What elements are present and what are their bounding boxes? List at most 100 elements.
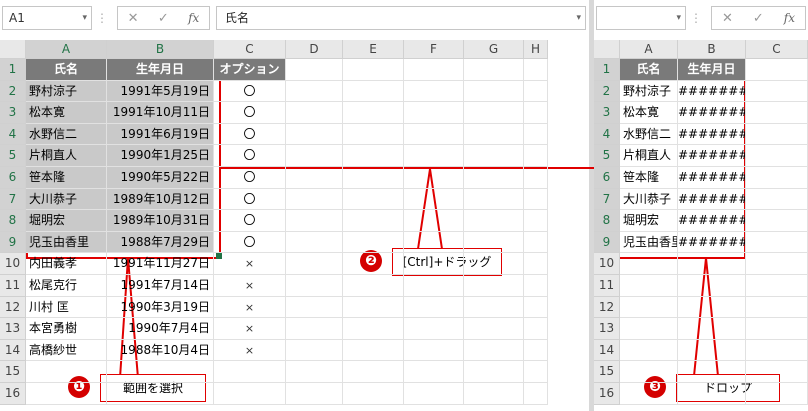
left-cell-b6[interactable]: 1990年5月22日 xyxy=(107,167,214,189)
left-cell-d1[interactable] xyxy=(286,59,343,81)
more-icon[interactable]: ⋮ xyxy=(96,7,108,29)
right-cell-c6[interactable] xyxy=(746,167,808,189)
left-row-header-7[interactable]: 7 xyxy=(0,188,26,211)
right-select-all[interactable] xyxy=(594,40,620,59)
right-cell-c8[interactable] xyxy=(746,210,808,232)
left-row-header-15[interactable]: 15 xyxy=(0,361,26,383)
right-cell-a5[interactable]: 片桐直人 xyxy=(620,145,678,167)
right-row-header-15[interactable]: 15 xyxy=(594,361,620,383)
left-col-header-d[interactable]: D xyxy=(286,40,343,59)
left-cell-e11[interactable] xyxy=(343,275,404,297)
right-cell-c14[interactable] xyxy=(746,339,808,362)
left-cell-b4[interactable]: 1991年6月19日 xyxy=(107,123,214,146)
right-row-header-11[interactable]: 11 xyxy=(594,275,620,297)
left-cell-g11[interactable] xyxy=(464,275,524,297)
left-cell-e1[interactable] xyxy=(343,59,404,81)
left-cell-b1[interactable]: 生年月日 xyxy=(107,59,214,81)
right-cell-c4[interactable] xyxy=(746,123,808,146)
left-cell-f6[interactable] xyxy=(404,167,464,189)
left-cell-a4[interactable]: 水野信二 xyxy=(26,123,107,146)
right-cell-a13[interactable] xyxy=(620,318,678,340)
left-cell-a14[interactable]: 高橋紗世 xyxy=(26,339,107,362)
right-row-header-16[interactable]: 16 xyxy=(594,383,620,405)
left-cell-g7[interactable] xyxy=(464,188,524,211)
right-row-header-4[interactable]: 4 xyxy=(594,123,620,146)
right-cell-a7[interactable]: 大川恭子 xyxy=(620,188,678,211)
left-cell-a2[interactable]: 野村涼子 xyxy=(26,80,107,103)
right-row-header-5[interactable]: 5 xyxy=(594,145,620,167)
left-cell-a5[interactable]: 片桐直人 xyxy=(26,145,107,167)
left-cell-g13[interactable] xyxy=(464,318,524,340)
insert-function-icon[interactable]: fx xyxy=(188,11,199,25)
left-cell-c1[interactable]: オプション xyxy=(214,59,286,81)
left-cell-d7[interactable] xyxy=(286,188,343,211)
right-cell-c5[interactable] xyxy=(746,145,808,167)
left-row-header-12[interactable]: 12 xyxy=(0,296,26,319)
chevron-down-icon[interactable]: ▾ xyxy=(82,7,87,29)
right-cell-a3[interactable]: 松本寛 xyxy=(620,102,678,124)
right-cell-b3[interactable]: ####### xyxy=(678,102,746,124)
right-cell-c1[interactable] xyxy=(746,59,808,81)
left-cell-e16[interactable] xyxy=(343,383,404,405)
left-cell-d4[interactable] xyxy=(286,123,343,146)
left-cell-c9[interactable]: 〇 xyxy=(214,231,286,254)
left-formula-input[interactable]: 氏名 ▾ xyxy=(216,6,586,30)
right-cell-c9[interactable] xyxy=(746,231,808,254)
left-cell-f15[interactable] xyxy=(404,361,464,383)
left-cell-d11[interactable] xyxy=(286,275,343,297)
left-cell-c2[interactable]: 〇 xyxy=(214,80,286,103)
right-col-header-a[interactable]: A xyxy=(620,40,678,59)
left-cell-f5[interactable] xyxy=(404,145,464,167)
left-row-header-14[interactable]: 14 xyxy=(0,339,26,362)
left-cell-h2[interactable] xyxy=(524,80,548,103)
left-cell-a9[interactable]: 児玉由香里 xyxy=(26,231,107,254)
right-cell-c16[interactable] xyxy=(746,383,808,405)
left-cell-e3[interactable] xyxy=(343,102,404,124)
left-cell-c14[interactable]: × xyxy=(214,339,286,362)
left-cell-e5[interactable] xyxy=(343,145,404,167)
left-cell-f9[interactable] xyxy=(404,231,464,254)
right-cell-b13[interactable] xyxy=(678,318,746,340)
left-select-all[interactable] xyxy=(0,40,26,59)
left-cell-b9[interactable]: 1988年7月29日 xyxy=(107,231,214,254)
left-row-header-16[interactable]: 16 xyxy=(0,383,26,405)
left-cell-a3[interactable]: 松本寛 xyxy=(26,102,107,124)
left-cell-d8[interactable] xyxy=(286,210,343,232)
right-row-header-14[interactable]: 14 xyxy=(594,339,620,362)
enter-icon[interactable]: ✓ xyxy=(753,11,764,26)
left-cell-f7[interactable] xyxy=(404,188,464,211)
left-cell-c6[interactable]: 〇 xyxy=(214,167,286,189)
left-cell-h7[interactable] xyxy=(524,188,548,211)
cancel-icon[interactable]: ✕ xyxy=(722,11,733,26)
right-cell-c12[interactable] xyxy=(746,296,808,319)
left-cell-b11[interactable]: 1991年7月14日 xyxy=(107,275,214,297)
left-cell-g15[interactable] xyxy=(464,361,524,383)
right-cell-b7[interactable]: ####### xyxy=(678,188,746,211)
left-cell-b14[interactable]: 1988年10月4日 xyxy=(107,339,214,362)
left-cell-a1[interactable]: 氏名 xyxy=(26,59,107,81)
left-row-header-10[interactable]: 10 xyxy=(0,253,26,275)
right-row-header-10[interactable]: 10 xyxy=(594,253,620,275)
right-cell-a16[interactable] xyxy=(620,383,678,405)
left-cell-h13[interactable] xyxy=(524,318,548,340)
left-cell-h4[interactable] xyxy=(524,123,548,146)
left-cell-b3[interactable]: 1991年10月11日 xyxy=(107,102,214,124)
left-cell-h6[interactable] xyxy=(524,167,548,189)
right-cell-b10[interactable] xyxy=(678,253,746,275)
left-cell-b13[interactable]: 1990年7月4日 xyxy=(107,318,214,340)
right-row-header-6[interactable]: 6 xyxy=(594,167,620,189)
left-cell-b7[interactable]: 1989年10月12日 xyxy=(107,188,214,211)
right-cell-b8[interactable]: ####### xyxy=(678,210,746,232)
left-cell-f4[interactable] xyxy=(404,123,464,146)
left-cell-e6[interactable] xyxy=(343,167,404,189)
right-cell-b15[interactable] xyxy=(678,361,746,383)
left-cell-b8[interactable]: 1989年10月31日 xyxy=(107,210,214,232)
right-row-header-13[interactable]: 13 xyxy=(594,318,620,340)
left-col-header-b[interactable]: B xyxy=(107,40,214,59)
left-cell-c4[interactable]: 〇 xyxy=(214,123,286,146)
right-cell-a14[interactable] xyxy=(620,339,678,362)
left-cell-a10[interactable]: 内田義孝 xyxy=(26,253,107,275)
right-cell-c3[interactable] xyxy=(746,102,808,124)
right-cell-a6[interactable]: 笹本隆 xyxy=(620,167,678,189)
right-cell-b11[interactable] xyxy=(678,275,746,297)
